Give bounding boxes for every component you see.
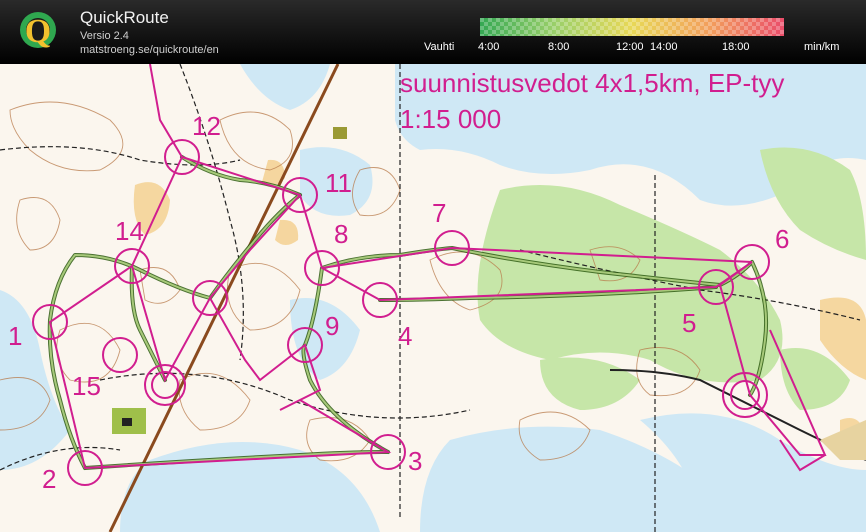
pace-unit: min/km [804,41,840,53]
pace-label: Vauhti [424,41,455,53]
app-url: matstroeng.se/quickroute/en [80,44,219,56]
app-version: Versio 2.4 [80,30,129,42]
quickroute-logo-icon: Q [20,12,56,50]
control-label-9: 9 [325,311,339,341]
pace-tick-18-00: 18:00 [722,41,750,53]
control-label-6: 6 [775,224,789,254]
control-label-3: 3 [408,446,422,476]
control-label-14: 14 [115,216,144,246]
map-scale: 1:15 000 [400,104,501,134]
control-label-15: 15 [72,371,101,401]
control-label-12: 12 [192,111,221,141]
pace-tick-12-00: 12:00 [616,41,644,53]
pace-tick-14-00: 14:00 [650,41,678,53]
pace-tick-4-00: 4:00 [478,41,500,53]
app-title: QuickRoute [80,8,169,27]
pace-gradient-bar [480,18,784,36]
control-label-5: 5 [682,308,696,338]
logo-letter: Q [25,13,51,50]
pace-tick-8-00: 8:00 [548,41,570,53]
orienteering-map[interactable]: 1 2 3 4 5 6 7 8 9 11 12 14 15 suunnistus… [0,64,866,532]
header-bar: Q QuickRoute Versio 2.4 matstroeng.se/qu… [0,0,866,64]
control-label-7: 7 [432,198,446,228]
control-label-2: 2 [42,464,56,494]
quickroute-window: Q QuickRoute Versio 2.4 matstroeng.se/qu… [0,0,866,532]
map-title: suunnistusvedot 4x1,5km, EP-tyy [400,68,784,98]
control-label-1: 1 [8,321,22,351]
control-label-8: 8 [334,219,348,249]
control-label-4: 4 [398,321,412,351]
control-label-11: 11 [325,168,352,198]
